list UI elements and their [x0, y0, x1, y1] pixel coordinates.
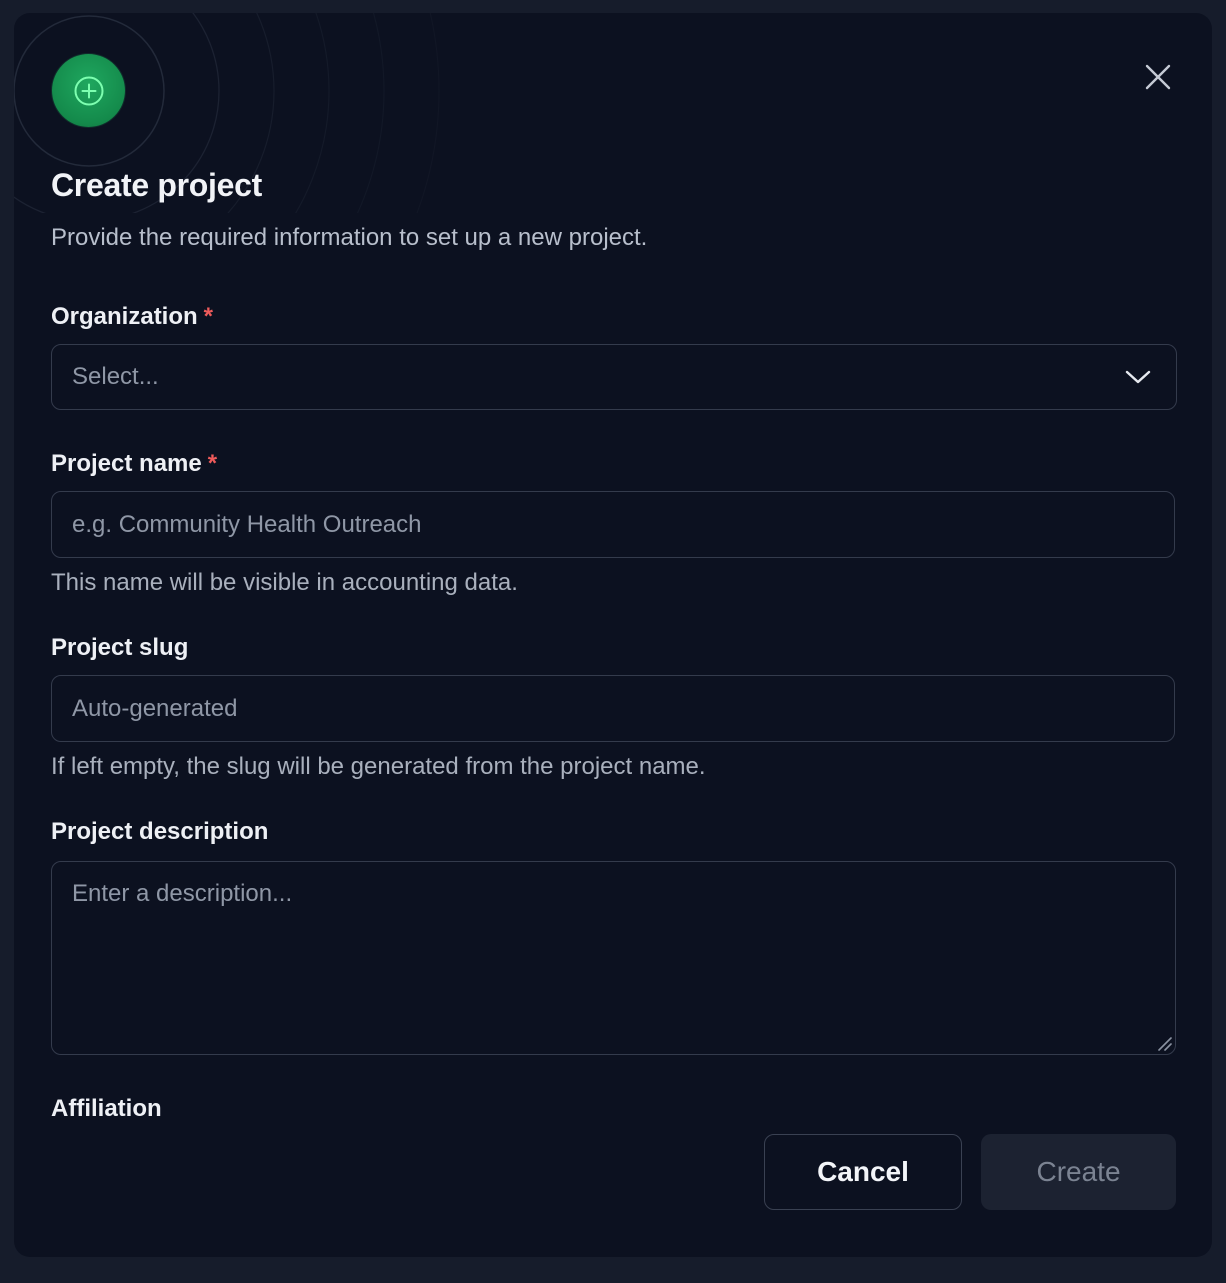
project-name-hint: This name will be visible in accounting … — [51, 569, 518, 596]
required-indicator: * — [203, 303, 214, 330]
organization-select[interactable]: Select... — [51, 344, 1177, 410]
cancel-button[interactable]: Cancel — [764, 1134, 962, 1210]
create-button[interactable]: Create — [981, 1134, 1176, 1210]
affiliation-label: Affiliation — [51, 1095, 162, 1122]
project-slug-hint: If left empty, the slug will be generate… — [51, 753, 706, 780]
project-name-label-text: Project name — [51, 450, 202, 477]
dialog-title: Create project — [51, 167, 262, 203]
chevron-down-icon — [1124, 363, 1152, 391]
create-project-dialog: Create project Provide the required info… — [14, 13, 1212, 1257]
project-description-textarea[interactable] — [51, 861, 1176, 1055]
project-name-label: Project name * — [51, 450, 217, 478]
organization-label-text: Organization — [51, 303, 198, 330]
dialog-subtitle: Provide the required information to set … — [51, 224, 648, 251]
plus-circle-icon — [52, 54, 125, 127]
organization-label: Organization * — [51, 303, 213, 331]
project-name-input[interactable] — [51, 491, 1175, 558]
organization-select-value: Select... — [72, 363, 159, 390]
project-slug-label: Project slug — [51, 634, 189, 661]
required-indicator: * — [207, 450, 218, 477]
close-icon — [1145, 64, 1171, 90]
project-slug-input[interactable] — [51, 675, 1175, 742]
close-button[interactable] — [1136, 59, 1180, 95]
resize-handle-icon[interactable] — [1156, 1035, 1172, 1051]
project-description-label: Project description — [51, 818, 269, 845]
